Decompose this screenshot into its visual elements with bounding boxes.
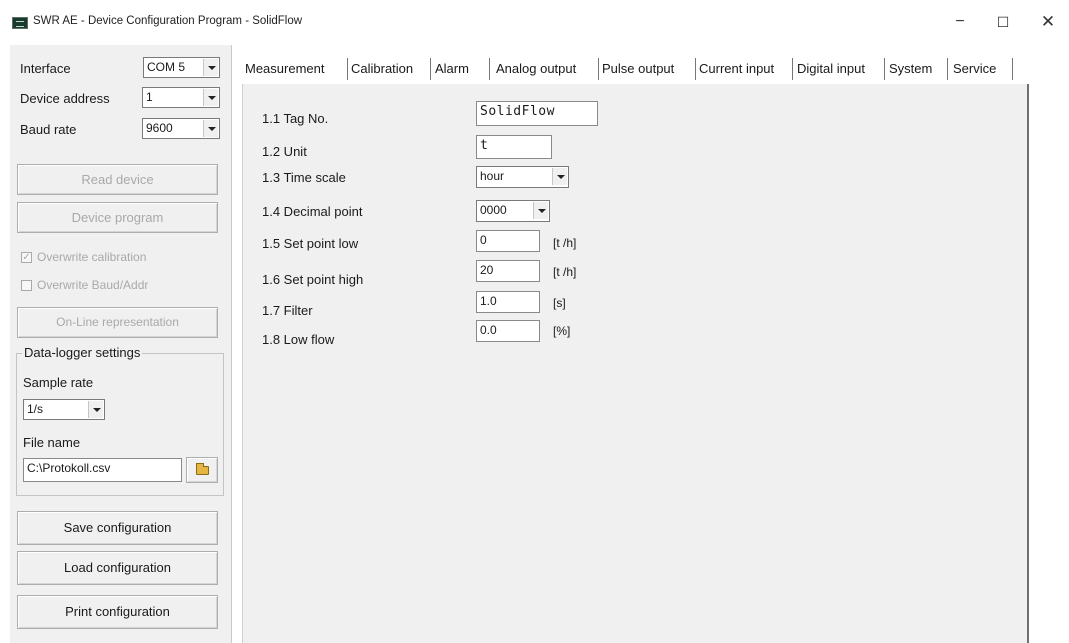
tab-separator <box>695 58 696 80</box>
low-flow-unit: [%] <box>553 324 571 338</box>
baud-rate-label: Baud rate <box>20 122 77 137</box>
device-program-button[interactable]: Device program <box>17 202 218 233</box>
chevron-down-icon[interactable] <box>203 59 218 76</box>
filter-unit: [s] <box>553 296 566 310</box>
sample-rate-select[interactable]: 1/s <box>23 399 105 420</box>
interface-label: Interface <box>20 61 71 76</box>
filter-input[interactable]: 1.0 <box>476 291 540 313</box>
tab-analog-output[interactable]: Analog output <box>496 58 576 80</box>
read-device-button[interactable]: Read device <box>17 164 218 195</box>
title-bar: SWR AE - Device Configuration Program - … <box>0 0 1069 42</box>
online-representation-button[interactable]: On-Line representation <box>17 307 218 338</box>
close-button[interactable]: ✕ <box>1028 8 1068 36</box>
tab-separator <box>884 58 885 80</box>
tab-separator <box>430 58 431 80</box>
datalogger-title: Data-logger settings <box>22 345 143 360</box>
print-configuration-button[interactable]: Print configuration <box>17 595 218 629</box>
interface-value: COM 5 <box>147 60 186 74</box>
overwrite-baud-label: Overwrite Baud/Addr <box>37 278 149 292</box>
overwrite-calibration-label: Overwrite calibration <box>37 250 147 264</box>
sample-rate-label: Sample rate <box>23 375 94 390</box>
overwrite-baud-checkbox[interactable] <box>21 280 32 291</box>
decimal-point-select[interactable]: 0000 <box>476 200 550 222</box>
tab-pulse-output[interactable]: Pulse output <box>602 58 674 80</box>
time-scale-select[interactable]: hour <box>476 166 569 188</box>
window-title: SWR AE - Device Configuration Program - … <box>33 15 303 27</box>
set-point-high-label: 1.6 Set point high <box>262 272 364 287</box>
set-point-low-input[interactable]: 0 <box>476 230 540 252</box>
chevron-down-icon[interactable] <box>203 89 218 106</box>
set-point-low-label: 1.5 Set point low <box>262 236 359 251</box>
tab-separator <box>489 58 490 80</box>
maximize-button[interactable]: ☐ <box>983 8 1023 36</box>
measurement-panel <box>242 84 1029 643</box>
tab-digital-input[interactable]: Digital input <box>797 58 865 80</box>
set-point-low-unit: [t /h] <box>553 236 577 250</box>
folder-icon <box>196 463 209 475</box>
unit-input[interactable]: t <box>476 135 552 159</box>
file-name-label: File name <box>23 435 81 450</box>
set-point-high-unit: [t /h] <box>553 265 577 279</box>
device-address-value: 1 <box>146 90 153 104</box>
tab-separator <box>347 58 348 80</box>
tab-measurement[interactable]: Measurement <box>245 58 324 80</box>
load-configuration-button[interactable]: Load configuration <box>17 551 218 585</box>
decimal-point-label: 1.4 Decimal point <box>262 204 363 219</box>
tag-no-label: 1.1 Tag No. <box>262 111 329 126</box>
decimal-point-value: 0000 <box>480 203 507 217</box>
baud-rate-select[interactable]: 9600 <box>142 118 220 139</box>
save-configuration-button[interactable]: Save configuration <box>17 511 218 545</box>
app-icon <box>12 17 28 29</box>
tab-current-input[interactable]: Current input <box>699 58 774 80</box>
tab-separator <box>1012 58 1013 80</box>
browse-file-button[interactable] <box>186 457 218 483</box>
tab-system[interactable]: System <box>889 58 932 80</box>
interface-select[interactable]: COM 5 <box>143 57 220 78</box>
tab-calibration[interactable]: Calibration <box>351 58 413 80</box>
device-address-label: Device address <box>20 91 110 106</box>
chevron-down-icon[interactable] <box>203 120 218 137</box>
minimize-button[interactable]: − <box>940 8 980 36</box>
unit-label: 1.2 Unit <box>262 144 307 159</box>
tab-separator <box>598 58 599 80</box>
tag-no-input[interactable]: SolidFlow <box>476 101 598 126</box>
tab-separator <box>947 58 948 80</box>
time-scale-label: 1.3 Time scale <box>262 170 346 185</box>
chevron-down-icon[interactable] <box>88 401 103 418</box>
set-point-high-input[interactable]: 20 <box>476 260 540 282</box>
chevron-down-icon[interactable] <box>533 202 548 219</box>
overwrite-calibration-checkbox[interactable]: ✓ <box>21 252 32 263</box>
filter-label: 1.7 Filter <box>262 303 313 318</box>
file-name-input[interactable]: C:\Protokoll.csv <box>23 458 182 482</box>
tab-alarm[interactable]: Alarm <box>435 58 469 80</box>
low-flow-label: 1.8 Low flow <box>262 332 335 347</box>
baud-rate-value: 9600 <box>146 121 173 135</box>
tab-separator <box>792 58 793 80</box>
tab-service[interactable]: Service <box>953 58 996 80</box>
sample-rate-value: 1/s <box>27 402 44 416</box>
device-address-select[interactable]: 1 <box>142 87 220 108</box>
chevron-down-icon[interactable] <box>552 168 567 185</box>
time-scale-value: hour <box>480 169 505 183</box>
low-flow-input[interactable]: 0.0 <box>476 320 540 342</box>
